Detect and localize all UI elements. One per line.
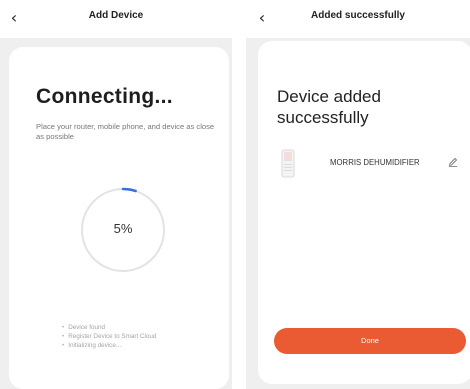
progress-ring: 5%: [80, 187, 166, 273]
step-item: Initializing device...: [62, 341, 156, 350]
connecting-card: Connecting... Place your router, mobile …: [9, 47, 229, 389]
connecting-heading: Connecting...: [36, 85, 173, 108]
progress-percent: 5%: [113, 221, 133, 236]
added-successfully-screen: ‹ Added successfully Device added succes…: [246, 0, 470, 389]
connection-steps: Device found Register Device to Smart Cl…: [62, 323, 156, 350]
device-row[interactable]: MORRIS DEHUMIDIFIER: [280, 146, 460, 180]
success-card: Device added successfully MORRIS DEHUMID…: [258, 41, 470, 384]
device-name: MORRIS DEHUMIDIFIER: [330, 158, 420, 167]
done-button[interactable]: Done: [274, 328, 466, 354]
success-heading: Device added successfully: [277, 87, 381, 127]
header-bar: ‹ Add Device: [0, 0, 232, 38]
pencil-icon[interactable]: [448, 157, 458, 167]
connecting-description: Place your router, mobile phone, and dev…: [36, 122, 215, 141]
page-title: Added successfully: [311, 10, 405, 21]
page-title: Add Device: [88, 10, 144, 21]
dehumidifier-icon: [281, 149, 295, 178]
step-item: Register Device to Smart Cloud: [62, 332, 156, 341]
step-item: Device found: [62, 323, 156, 332]
header-bar: ‹ Added successfully: [246, 0, 470, 38]
add-device-screen: ‹ Add Device Connecting... Place your ro…: [0, 0, 232, 389]
